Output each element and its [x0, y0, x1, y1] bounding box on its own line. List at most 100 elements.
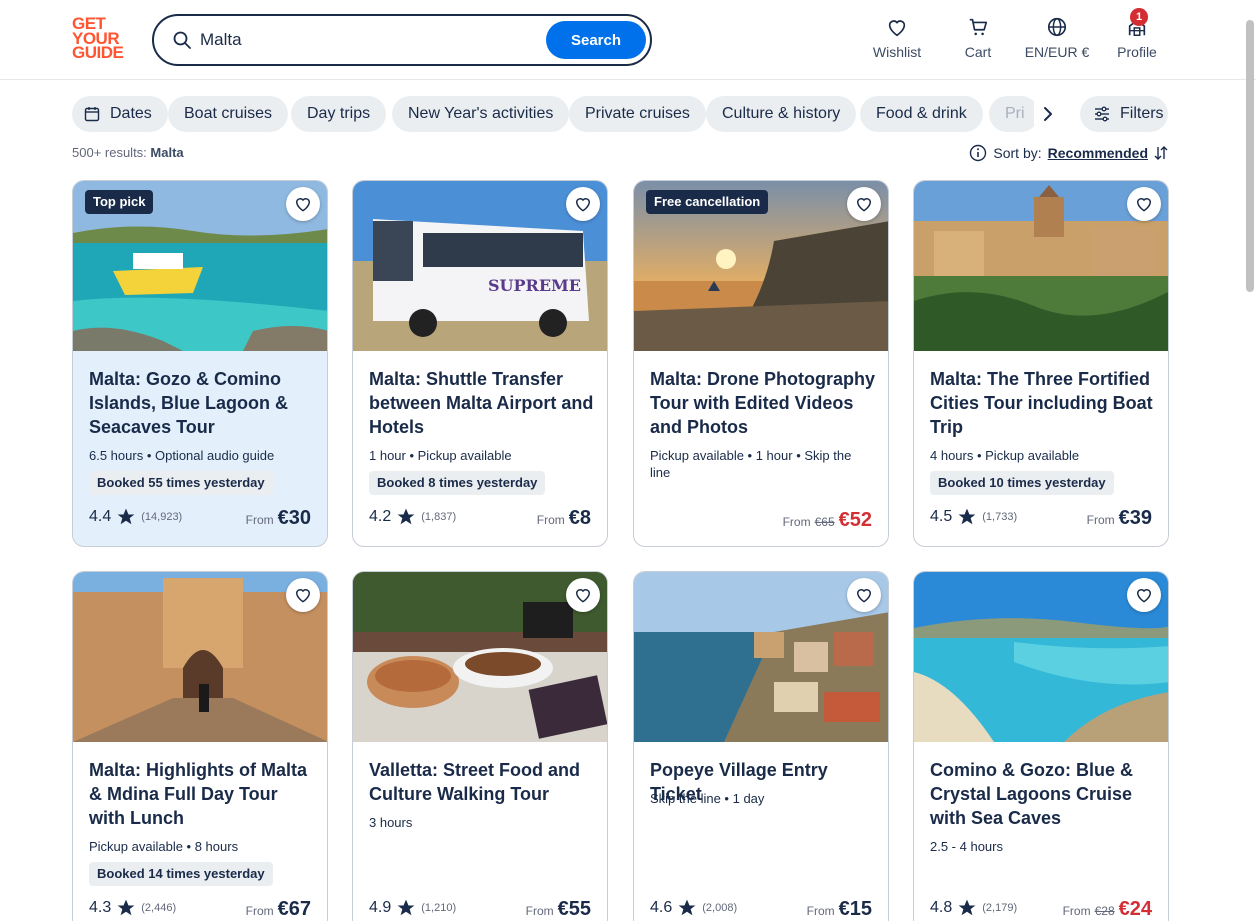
activity-image: [353, 572, 607, 742]
cart-icon: [969, 18, 988, 36]
activity-image: Free cancellation: [634, 181, 888, 351]
activity-card[interactable]: Malta: The Three Fortified Cities Tour i…: [913, 180, 1169, 547]
scroll-chips-right-button[interactable]: [1034, 98, 1062, 130]
heart-icon: [295, 589, 311, 603]
activity-meta: 4 hours • Pickup available: [930, 448, 1080, 463]
chip-label: Food & drink: [876, 105, 967, 122]
activity-title[interactable]: Valletta: Street Food and Culture Walkin…: [369, 758, 597, 806]
chip-food-drink[interactable]: Food & drink: [860, 96, 983, 132]
activity-title[interactable]: Malta: The Three Fortified Cities Tour i…: [930, 367, 1158, 439]
chip-day-trips[interactable]: Day trips: [291, 96, 387, 132]
info-icon[interactable]: [969, 144, 987, 162]
activity-card[interactable]: Top pick Malta: Gozo & Comino Islands, B…: [72, 180, 328, 547]
page-scrollbar[interactable]: [1246, 20, 1254, 292]
sort-label: Sort by:: [993, 145, 1042, 161]
wishlist-link[interactable]: Wishlist: [872, 16, 922, 60]
rating: 4.5 (1,733): [930, 508, 1018, 525]
wishlist-heart-button[interactable]: [1127, 187, 1161, 221]
results-count: 500+ results: Malta: [72, 145, 184, 160]
heart-icon: [856, 198, 872, 212]
activity-card[interactable]: Valletta: Street Food and Culture Walkin…: [352, 571, 608, 921]
activity-meta: 1 hour • Pickup available: [369, 448, 512, 463]
wishlist-heart-button[interactable]: [566, 187, 600, 221]
rating: 4.6 (2,008): [650, 899, 738, 916]
price: From €39: [1086, 507, 1152, 529]
chip-label: Day trips: [307, 105, 371, 122]
search-input[interactable]: [200, 28, 540, 52]
language-currency-selector[interactable]: EN/EUR €: [1022, 16, 1092, 60]
activity-card[interactable]: Popeye Village Entry Ticket Skip the lin…: [633, 571, 889, 921]
heart-icon: [888, 20, 906, 37]
booked-badge: Booked 8 times yesterday: [369, 471, 546, 495]
activity-image: Top pick: [73, 181, 327, 351]
booked-badge: Booked 14 times yesterday: [89, 862, 273, 886]
wishlist-heart-button[interactable]: [847, 578, 881, 612]
rating: 4.9 (1,210): [369, 899, 457, 916]
star-icon: [117, 899, 135, 916]
activity-title[interactable]: Malta: Highlights of Malta & Mdina Full …: [89, 758, 317, 830]
chip-dates[interactable]: Dates: [72, 96, 168, 132]
activity-meta: 3 hours: [369, 815, 413, 830]
activity-card[interactable]: Free cancellation Malta: Drone Photograp…: [633, 180, 889, 547]
star-icon: [958, 899, 976, 916]
sort-arrows-icon: [1154, 146, 1168, 160]
activity-image: [914, 572, 1168, 742]
activity-card[interactable]: SUPREME Malta: Shuttle Transfer between …: [352, 180, 608, 547]
price: From €67: [245, 898, 311, 920]
chip-private-cruises[interactable]: Private cruises: [569, 96, 706, 132]
activity-image: [73, 572, 327, 742]
activity-meta: Pickup available • 1 hour • Skip the lin…: [650, 448, 852, 480]
sliders-icon: [1095, 106, 1109, 122]
getyourguide-logo[interactable]: GET YOUR GUIDE: [72, 15, 130, 60]
price: From €55: [525, 898, 591, 920]
star-icon: [117, 508, 135, 525]
chip-culture-history[interactable]: Culture & history: [706, 96, 857, 132]
globe-icon: [1047, 17, 1067, 37]
heart-icon: [295, 198, 311, 212]
filters-label: Filters: [1120, 105, 1164, 122]
activity-title[interactable]: Malta: Gozo & Comino Islands, Blue Lagoo…: [89, 367, 317, 439]
top-pick-tag: Top pick: [85, 190, 154, 214]
search-button[interactable]: Search: [546, 21, 646, 59]
search-bar: Search: [152, 14, 652, 66]
price: From €28 €24: [1062, 898, 1152, 920]
chip-boat-cruises[interactable]: Boat cruises: [168, 96, 289, 132]
booked-badge: Booked 10 times yesterday: [930, 471, 1114, 495]
wishlist-heart-button[interactable]: [847, 187, 881, 221]
chip-label: New Year's activities: [408, 105, 554, 122]
wishlist-label: Wishlist: [872, 44, 922, 60]
heart-icon: [575, 589, 591, 603]
filters-button[interactable]: Filters: [1080, 96, 1168, 132]
activity-title[interactable]: Malta: Shuttle Transfer between Malta Ai…: [369, 367, 597, 439]
activity-title[interactable]: Malta: Drone Photography Tour with Edite…: [650, 367, 878, 439]
cart-link[interactable]: Cart: [960, 16, 996, 60]
sort-control[interactable]: Sort by: Recommended: [969, 144, 1168, 162]
chip-truncated[interactable]: Pri: [989, 96, 1039, 132]
chip-label: Private cruises: [585, 105, 690, 122]
wishlist-heart-button[interactable]: [286, 187, 320, 221]
rating: 4.8 (2,179): [930, 899, 1018, 916]
rating: 4.4 (14,923): [89, 508, 183, 525]
chip-new-years-activities[interactable]: New Year's activities: [392, 96, 570, 132]
activity-image: [634, 572, 888, 742]
activity-image: [914, 181, 1168, 351]
notification-badge: 1: [1130, 8, 1148, 26]
profile-link[interactable]: Profile 1: [1114, 8, 1160, 60]
price: From €8: [536, 507, 591, 529]
heart-icon: [856, 589, 872, 603]
activity-card[interactable]: Comino & Gozo: Blue & Crystal Lagoons Cr…: [913, 571, 1169, 921]
sort-value[interactable]: Recommended: [1048, 145, 1148, 161]
activity-title[interactable]: Comino & Gozo: Blue & Crystal Lagoons Cr…: [930, 758, 1158, 830]
wishlist-heart-button[interactable]: [566, 578, 600, 612]
price: From €15: [806, 898, 872, 920]
wishlist-heart-button[interactable]: [1127, 578, 1161, 612]
wishlist-heart-button[interactable]: [286, 578, 320, 612]
chip-label: Dates: [110, 105, 152, 122]
search-icon: [173, 31, 191, 49]
activity-meta: Pickup available • 8 hours: [89, 839, 239, 854]
price: From €65 €52: [782, 509, 872, 531]
activity-card[interactable]: Malta: Highlights of Malta & Mdina Full …: [72, 571, 328, 921]
chip-label: Pri: [1005, 105, 1025, 122]
booked-badge: Booked 55 times yesterday: [89, 471, 273, 495]
original-price: €28: [1094, 904, 1115, 918]
